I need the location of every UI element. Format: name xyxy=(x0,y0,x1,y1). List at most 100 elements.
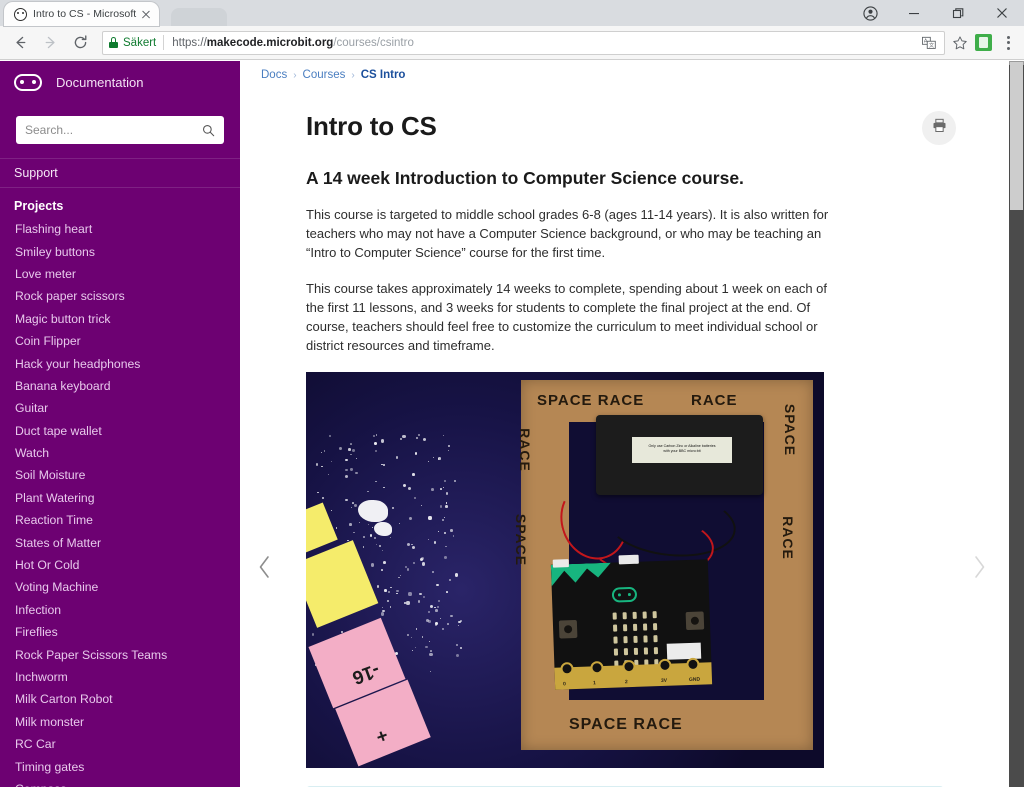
photo-microbit-pad-label: 0 xyxy=(562,680,566,688)
photo-paint-speck xyxy=(432,456,434,459)
photo-microbit-sticker xyxy=(666,642,702,660)
sidebar-item-milk-carton-robot[interactable]: Milk Carton Robot xyxy=(0,688,240,710)
sidebar-item-smiley-buttons[interactable]: Smiley buttons xyxy=(0,240,240,262)
photo-battery-label-line2: with your BBC micro:bit xyxy=(663,448,701,453)
photo-paint-speck xyxy=(398,576,400,579)
photo-paint-speck xyxy=(422,437,426,441)
sidebar-item-label: Plant Watering xyxy=(15,490,95,505)
breadcrumb-cs-intro[interactable]: CS Intro xyxy=(361,69,406,81)
profile-icon[interactable] xyxy=(848,0,892,26)
sidebar-item-rock-paper-scissors[interactable]: Rock paper scissors xyxy=(0,285,240,307)
paragraph-1: This course is targeted to middle school… xyxy=(306,207,829,261)
sidebar-item-duct-tape-wallet[interactable]: Duct tape wallet xyxy=(0,420,240,442)
photo-microbit-led xyxy=(623,635,628,643)
scrollbar-thumb[interactable] xyxy=(1010,62,1023,210)
sidebar-item-label: States of Matter xyxy=(15,535,102,550)
breadcrumb-courses[interactable]: Courses xyxy=(303,69,346,81)
photo-paint-speck xyxy=(399,574,402,576)
search-box[interactable] xyxy=(16,116,224,144)
new-tab-button[interactable] xyxy=(171,8,227,26)
photo-microbit-pad xyxy=(686,657,700,671)
photo-paint-speck xyxy=(344,498,348,502)
sidebar-item-flashing-heart[interactable]: Flashing heart xyxy=(0,218,240,240)
photo-microbit-button-a xyxy=(558,619,578,639)
carousel-prev-button[interactable] xyxy=(254,554,276,586)
sidebar-item-fireflies[interactable]: Fireflies xyxy=(0,621,240,643)
window-controls xyxy=(848,0,1024,26)
sidebar-item-compass[interactable]: Compass xyxy=(0,778,240,787)
photo-paint-speck xyxy=(362,546,365,548)
sidebar-item-support[interactable]: Support xyxy=(0,159,240,187)
photo-frame-text-top: SPACE RACE xyxy=(537,391,645,409)
photo-paint-speck xyxy=(353,503,358,507)
sidebar-item-magic-button-trick[interactable]: Magic button trick xyxy=(0,308,240,330)
star-icon[interactable] xyxy=(951,34,969,52)
sidebar-item-plant-watering[interactable]: Plant Watering xyxy=(0,487,240,509)
carousel-next-button[interactable] xyxy=(968,554,990,586)
photo-paint-speck xyxy=(406,542,410,547)
photo-paint-speck xyxy=(348,448,351,451)
photo-paint-speck xyxy=(445,502,447,504)
sidebar-item-label: Coin Flipper xyxy=(15,334,81,349)
sidebar-item-guitar[interactable]: Guitar xyxy=(0,397,240,419)
sidebar-section-projects: Projects xyxy=(14,199,64,213)
sidebar-item-hack-your-headphones[interactable]: Hack your headphones xyxy=(0,352,240,374)
photo-paint-speck xyxy=(386,599,389,603)
photo-microbit-led xyxy=(613,636,618,644)
sidebar-item-timing-gates[interactable]: Timing gates xyxy=(0,755,240,777)
reload-icon[interactable] xyxy=(66,29,94,57)
photo-paint-speck xyxy=(458,620,461,624)
search-icon[interactable] xyxy=(202,124,215,137)
search-input[interactable] xyxy=(25,123,202,137)
sidebar-item-hot-or-cold[interactable]: Hot Or Cold xyxy=(0,554,240,576)
sidebar-item-inchworm[interactable]: Inchworm xyxy=(0,666,240,688)
photo-paint-speck xyxy=(428,516,432,520)
photo-microbit-pad-label: 2 xyxy=(624,678,628,685)
translate-icon[interactable]: A文 xyxy=(920,34,938,52)
sidebar-item-coin-flipper[interactable]: Coin Flipper xyxy=(0,330,240,352)
sidebar-item-watch[interactable]: Watch xyxy=(0,442,240,464)
sidebar-item-love-meter[interactable]: Love meter xyxy=(0,263,240,285)
photo-microbit-pad xyxy=(590,660,604,675)
close-icon[interactable] xyxy=(139,7,153,21)
back-arrow-icon[interactable] xyxy=(6,29,34,57)
browser-tab[interactable]: Intro to CS - Microsoft M xyxy=(4,2,159,26)
photo-microbit-board: 0 1 2 3V GND xyxy=(550,554,713,690)
sidebar-item-label: Hack your headphones xyxy=(15,356,141,371)
sidebar-item-soil-moisture[interactable]: Soil Moisture xyxy=(0,464,240,486)
photo-microbit-button-b xyxy=(685,611,705,630)
minimize-icon[interactable] xyxy=(892,0,936,26)
sidebar-item-voting-machine[interactable]: Voting Machine xyxy=(0,576,240,598)
sidebar-item-label: RC Car xyxy=(15,737,56,752)
address-bar[interactable]: Säkert https://makecode.microbit.org/cou… xyxy=(102,30,945,55)
sidebar-item-milk-monster[interactable]: Milk monster xyxy=(0,711,240,733)
sidebar-item-rc-car[interactable]: RC Car xyxy=(0,733,240,755)
url-host: makecode.microbit.org xyxy=(206,36,334,49)
photo-microbit-green-decor xyxy=(551,562,612,600)
photo-paint-speck xyxy=(350,443,352,445)
restore-icon[interactable] xyxy=(936,0,980,26)
sidebar-brand[interactable]: Documentation xyxy=(0,61,240,103)
sidebar-item-reaction-time[interactable]: Reaction Time xyxy=(0,509,240,531)
photo-frame-text-top2: RACE xyxy=(691,391,738,409)
section-title: A 14 week Introduction to Computer Scien… xyxy=(306,168,744,188)
photo-paint-speck xyxy=(389,536,391,538)
photo-frame-text-left: RACE xyxy=(516,427,533,472)
sidebar-item-rock-paper-scissors-teams[interactable]: Rock Paper Scissors Teams xyxy=(0,643,240,665)
photo-paint-speck xyxy=(382,560,386,564)
close-window-icon[interactable] xyxy=(980,0,1024,26)
page-scrollbar[interactable] xyxy=(1009,61,1024,787)
photo-microbit-led xyxy=(653,634,658,642)
photo-microbit-pad xyxy=(560,661,574,676)
sidebar-item-infection[interactable]: Infection xyxy=(0,599,240,621)
url-text: https://makecode.microbit.org/courses/cs… xyxy=(172,37,414,49)
photo-paint-speck xyxy=(443,556,447,559)
sidebar-item-banana-keyboard[interactable]: Banana keyboard xyxy=(0,375,240,397)
print-button[interactable] xyxy=(922,111,956,145)
forward-arrow-icon[interactable] xyxy=(36,29,64,57)
extension-icon[interactable] xyxy=(975,34,992,51)
lock-icon xyxy=(109,37,118,48)
kebab-menu-icon[interactable] xyxy=(998,32,1018,54)
breadcrumb-docs[interactable]: Docs xyxy=(261,69,287,81)
sidebar-item-states-of-matter[interactable]: States of Matter xyxy=(0,531,240,553)
